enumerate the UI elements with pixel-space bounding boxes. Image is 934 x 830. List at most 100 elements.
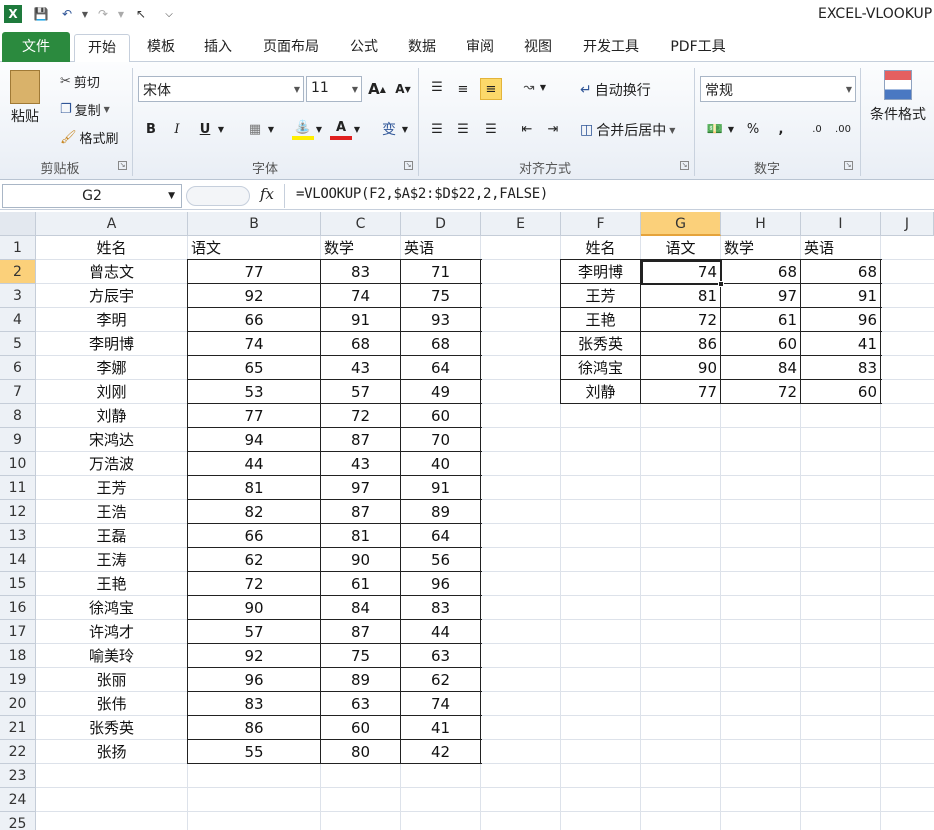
clipboard-launcher-icon[interactable]: ↘ <box>118 161 127 170</box>
table1-cell[interactable]: 68 <box>401 332 480 356</box>
table1-cell[interactable]: 王艳 <box>36 572 187 596</box>
table1-header-cell[interactable]: 语文 <box>188 236 320 260</box>
phonetic-button[interactable]: 变 <box>378 118 400 140</box>
table1-cell[interactable]: 57 <box>188 620 320 644</box>
number-format-select[interactable]: 常规 ▼ <box>700 76 856 102</box>
bold-button[interactable]: B <box>140 118 162 140</box>
column-header-F[interactable]: F <box>561 212 641 236</box>
table1-cell[interactable]: 刘刚 <box>36 380 187 404</box>
table1-cell[interactable]: 42 <box>401 740 480 764</box>
decrease-indent-icon[interactable]: ⇤ <box>516 118 538 140</box>
table1-cell[interactable]: 92 <box>188 284 320 308</box>
table1-cell[interactable]: 60 <box>321 716 400 740</box>
table2-cell[interactable]: 72 <box>641 308 720 332</box>
table1-cell[interactable]: 53 <box>188 380 320 404</box>
tab-formulas[interactable]: 公式 <box>338 34 390 62</box>
table1-cell[interactable]: 70 <box>401 428 480 452</box>
row-header-14[interactable]: 14 <box>0 548 36 572</box>
row-header-18[interactable]: 18 <box>0 644 36 668</box>
tab-developer[interactable]: 开发工具 <box>570 34 652 62</box>
table1-cell[interactable]: 93 <box>401 308 480 332</box>
table1-cell[interactable]: 方辰宇 <box>36 284 187 308</box>
table2-cell[interactable]: 84 <box>721 356 800 380</box>
column-header-E[interactable]: E <box>481 212 561 236</box>
table2-cell[interactable]: 张秀英 <box>561 332 640 356</box>
align-center-icon[interactable]: ☰ <box>452 118 474 140</box>
tab-file[interactable]: 文件 <box>2 32 70 62</box>
table1-cell[interactable]: 96 <box>401 572 480 596</box>
table1-cell[interactable]: 62 <box>401 668 480 692</box>
grow-font-button[interactable]: A ▲ <box>366 78 388 100</box>
table1-cell[interactable]: 65 <box>188 356 320 380</box>
copy-button[interactable]: ❐ 复制 ▼ <box>60 100 110 119</box>
column-header-G[interactable]: G <box>641 212 721 236</box>
increase-decimal-button[interactable]: .0 <box>806 118 828 140</box>
table1-cell[interactable]: 61 <box>321 572 400 596</box>
table1-cell[interactable]: 83 <box>321 260 400 284</box>
table1-cell[interactable]: 44 <box>188 452 320 476</box>
table1-cell[interactable]: 74 <box>401 692 480 716</box>
row-header-13[interactable]: 13 <box>0 524 36 548</box>
table1-cell[interactable]: 张扬 <box>36 740 187 764</box>
tab-review[interactable]: 审阅 <box>454 34 506 62</box>
currency-icon[interactable]: 💵 <box>704 118 726 140</box>
align-top-icon[interactable]: ☰ <box>426 76 448 98</box>
row-header-23[interactable]: 23 <box>0 764 36 788</box>
table2-cell[interactable]: 61 <box>721 308 800 332</box>
table1-cell[interactable]: 91 <box>321 308 400 332</box>
row-header-20[interactable]: 20 <box>0 692 36 716</box>
row-header-25[interactable]: 25 <box>0 812 36 830</box>
table1-cell[interactable]: 许鸿才 <box>36 620 187 644</box>
table1-cell[interactable]: 91 <box>401 476 480 500</box>
shrink-font-button[interactable]: A ▼ <box>392 78 414 100</box>
table2-header-cell[interactable]: 英语 <box>801 236 880 260</box>
tab-template[interactable]: 模板 <box>134 34 188 62</box>
table2-cell[interactable]: 60 <box>801 380 880 404</box>
table1-cell[interactable]: 90 <box>321 548 400 572</box>
table1-cell[interactable]: 63 <box>401 644 480 668</box>
tab-insert[interactable]: 插入 <box>192 34 244 62</box>
table1-cell[interactable]: 张丽 <box>36 668 187 692</box>
alignment-launcher-icon[interactable]: ↘ <box>680 161 689 170</box>
name-box[interactable]: G2 ▼ <box>2 184 182 208</box>
fill-color-dropdown-icon[interactable]: ▼ <box>312 118 326 140</box>
fill-handle[interactable] <box>718 281 724 287</box>
table1-cell[interactable]: 74 <box>321 284 400 308</box>
table1-cell[interactable]: 徐鸿宝 <box>36 596 187 620</box>
formula-input[interactable]: =VLOOKUP(F2,$A$2:$D$22,2,FALSE) <box>296 186 548 202</box>
table1-cell[interactable]: 87 <box>321 428 400 452</box>
undo-icon[interactable]: ↶ <box>58 5 76 23</box>
row-header-9[interactable]: 9 <box>0 428 36 452</box>
table1-cell[interactable]: 64 <box>401 524 480 548</box>
table1-cell[interactable]: 81 <box>321 524 400 548</box>
column-header-B[interactable]: B <box>188 212 321 236</box>
underline-dropdown-icon[interactable]: ▼ <box>214 118 228 140</box>
table2-cell[interactable]: 李明博 <box>561 260 640 284</box>
paste-button[interactable]: 粘贴 <box>10 70 40 126</box>
insert-function-button[interactable]: fx <box>260 185 274 203</box>
row-header-10[interactable]: 10 <box>0 452 36 476</box>
currency-dropdown-icon[interactable]: ▼ <box>724 118 738 140</box>
row-header-6[interactable]: 6 <box>0 356 36 380</box>
table1-cell[interactable]: 87 <box>321 500 400 524</box>
table1-cell[interactable]: 41 <box>401 716 480 740</box>
row-header-24[interactable]: 24 <box>0 788 36 812</box>
column-header-J[interactable]: J <box>881 212 934 236</box>
table2-cell[interactable]: 72 <box>721 380 800 404</box>
italic-button[interactable]: I <box>166 118 188 140</box>
save-icon[interactable]: 💾 <box>32 5 50 23</box>
table2-header-cell[interactable]: 语文 <box>641 236 720 260</box>
row-header-2[interactable]: 2 <box>0 260 36 284</box>
table1-cell[interactable]: 喻美玲 <box>36 644 187 668</box>
row-header-15[interactable]: 15 <box>0 572 36 596</box>
table1-cell[interactable]: 44 <box>401 620 480 644</box>
cut-button[interactable]: ✂ 剪切 <box>60 72 100 91</box>
row-header-7[interactable]: 7 <box>0 380 36 404</box>
conditional-format-button[interactable]: 条件格式 <box>866 70 930 124</box>
row-header-19[interactable]: 19 <box>0 668 36 692</box>
underline-button[interactable]: U <box>194 118 216 140</box>
table2-cell[interactable]: 徐鸿宝 <box>561 356 640 380</box>
font-name-select[interactable]: 宋体 ▼ <box>138 76 304 102</box>
table2-cell[interactable]: 81 <box>641 284 720 308</box>
increase-indent-icon[interactable]: ⇥ <box>542 118 564 140</box>
